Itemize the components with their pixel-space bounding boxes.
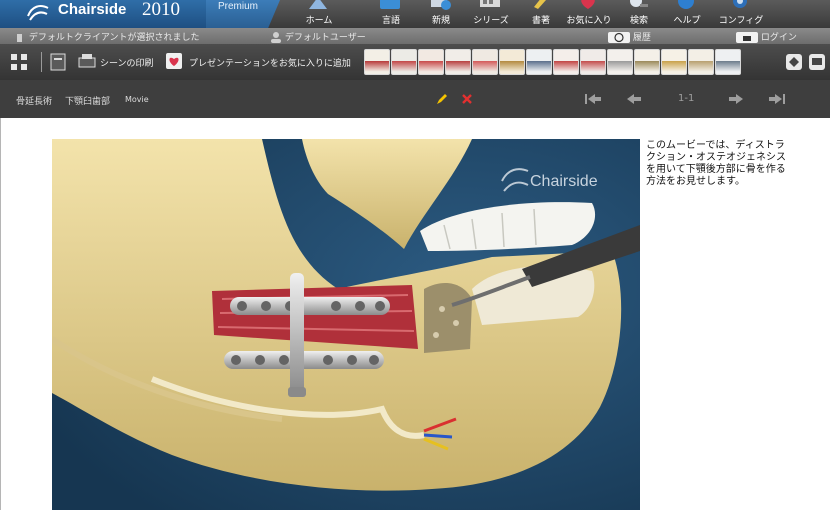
- nav-favorites-label: お気に入り: [566, 16, 612, 26]
- fullscreen-icon[interactable]: [785, 53, 803, 71]
- nav-language-label: 言語: [381, 16, 400, 26]
- scene-thumbnail[interactable]: [661, 49, 687, 75]
- prev-page-icon[interactable]: [626, 92, 642, 106]
- nav-config-button[interactable]: コンフィグ: [716, 0, 766, 28]
- movie-description: このムービーでは、ディストラクション・オステオジェネシスを用いて下顎後方部に骨を…: [646, 140, 786, 187]
- add-presentation-favorite-button[interactable]: プレゼンテーションをお気に入りに追加: [189, 56, 351, 69]
- nav-search-label: 検索: [629, 16, 648, 26]
- last-page-icon[interactable]: [768, 92, 786, 106]
- region-label: 下顎臼歯部: [65, 97, 111, 107]
- favorites-icon: [581, 0, 595, 9]
- client-icon: [17, 33, 22, 42]
- new-icon: [431, 0, 451, 10]
- login-button[interactable]: ログイン: [736, 30, 797, 43]
- nav-book-button[interactable]: 書著: [516, 0, 566, 28]
- scene-thumbnail[interactable]: [526, 49, 552, 75]
- nav-new-button[interactable]: 新規: [416, 0, 466, 28]
- collapse-grid-icon[interactable]: [10, 53, 28, 71]
- scene-thumbnail[interactable]: [445, 49, 471, 75]
- history-label: 履歴: [632, 33, 651, 43]
- scene-thumbnail[interactable]: [553, 49, 579, 75]
- procedure-label: 骨延長術: [16, 97, 53, 107]
- page-indicator: 1-1: [678, 93, 695, 104]
- scene-toolbar: シーンの印刷 プレゼンテーションをお気に入りに追加: [0, 44, 830, 80]
- print-icon[interactable]: [78, 53, 96, 71]
- document-icon[interactable]: [50, 53, 66, 71]
- login-label: ログイン: [760, 33, 797, 43]
- language-icon: [380, 0, 400, 9]
- scene-thumbnails: [364, 49, 741, 75]
- heart-icon[interactable]: [166, 53, 182, 69]
- toolbar-divider: [41, 52, 42, 72]
- home-icon: [309, 0, 327, 9]
- print-scene-button[interactable]: シーンの印刷: [100, 56, 154, 69]
- scene-thumbnail[interactable]: [418, 49, 444, 75]
- nav-series-label: シリーズ: [473, 16, 509, 26]
- video-watermark-text: Chairside: [530, 173, 598, 190]
- book-icon: [534, 0, 546, 9]
- media-type-label: Movie: [125, 95, 149, 104]
- scene-thumbnail[interactable]: [472, 49, 498, 75]
- nav-language-button[interactable]: 言語: [366, 0, 416, 28]
- edition-badge: Premium: [206, 0, 280, 28]
- first-page-icon[interactable]: [584, 92, 602, 106]
- scene-thumbnail[interactable]: [364, 49, 390, 75]
- nav-config-label: コンフィグ: [718, 16, 764, 26]
- nav-book-label: 書著: [531, 16, 550, 26]
- scene-thumbnail[interactable]: [715, 49, 741, 75]
- app-header: Chairside 2010 Premium ホーム 言語 新規 シリーズ 書著…: [0, 0, 830, 28]
- brand-name: Chairside: [58, 1, 127, 18]
- nav-help-button[interactable]: ヘルプ: [662, 0, 712, 28]
- history-button[interactable]: 履歴: [608, 30, 651, 43]
- nav-home-button[interactable]: ホーム: [294, 0, 344, 28]
- edition-label: Premium: [218, 1, 259, 12]
- mandible-distraction-illustration: [52, 139, 640, 510]
- scene-thumbnail[interactable]: [499, 49, 525, 75]
- nav-series-button[interactable]: シリーズ: [466, 0, 516, 28]
- nav-search-button[interactable]: 検索: [614, 0, 664, 28]
- brand-area: Chairside 2010: [0, 0, 206, 28]
- user-status[interactable]: デフォルトユーザー: [270, 30, 366, 43]
- search-icon: [630, 0, 648, 7]
- scene-thumbnail[interactable]: [688, 49, 714, 75]
- chairside-logo-icon: [27, 5, 49, 21]
- series-icon: [480, 0, 500, 7]
- clock-icon: [608, 32, 630, 43]
- status-bar: デフォルトクライアントが選択されました デフォルトユーザー 履歴 ログイン: [0, 28, 830, 44]
- delete-x-icon[interactable]: [461, 93, 473, 105]
- client-status-text: デフォルトクライアントが選択されました: [28, 33, 200, 43]
- nav-home-label: ホーム: [305, 16, 333, 26]
- scene-thumbnail[interactable]: [580, 49, 606, 75]
- edit-pencil-icon[interactable]: [435, 92, 449, 106]
- lock-icon: [736, 32, 758, 43]
- movie-player[interactable]: Chairside: [52, 139, 640, 510]
- config-icon: [733, 0, 747, 8]
- user-status-text: デフォルトユーザー: [284, 33, 366, 43]
- user-icon: [271, 32, 281, 43]
- nav-new-label: 新規: [431, 16, 450, 26]
- nav-help-label: ヘルプ: [673, 16, 701, 26]
- brand-year: 2010: [142, 0, 180, 20]
- scene-title-bar: 骨延長術 下顎臼歯部 Movie 1-1: [0, 80, 830, 118]
- help-icon: [678, 0, 694, 9]
- scene-thumbnail[interactable]: [607, 49, 633, 75]
- scene-thumbnail[interactable]: [391, 49, 417, 75]
- client-status[interactable]: デフォルトクライアントが選択されました: [16, 30, 200, 43]
- content-border: [0, 118, 1, 510]
- scene-thumbnail[interactable]: [634, 49, 660, 75]
- next-page-icon[interactable]: [728, 92, 744, 106]
- presentation-mode-icon[interactable]: [808, 53, 826, 71]
- nav-favorites-button[interactable]: お気に入り: [564, 0, 614, 28]
